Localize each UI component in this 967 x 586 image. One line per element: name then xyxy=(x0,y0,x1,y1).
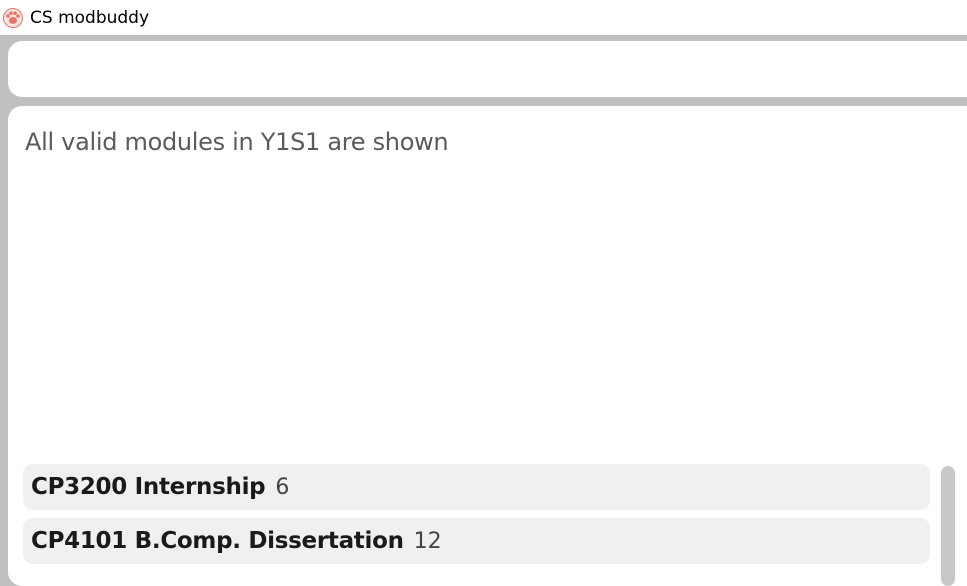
module-code-title: CP4101 B.Comp. Dissertation xyxy=(31,528,404,554)
command-input[interactable] xyxy=(8,41,967,97)
module-credits: 6 xyxy=(275,474,290,500)
scrollbar-thumb[interactable] xyxy=(941,466,955,586)
title-bar: CS modbuddy xyxy=(0,0,967,35)
list-item[interactable]: CP3200 Internship 6 xyxy=(23,464,930,510)
paw-icon xyxy=(3,7,23,28)
module-list[interactable]: CP3200 Internship 6 CP4101 B.Comp. Disse… xyxy=(23,464,930,572)
list-item[interactable]: CP4101 B.Comp. Dissertation 12 xyxy=(23,518,930,564)
module-list-scrollbar[interactable] xyxy=(938,464,958,586)
result-panel: All valid modules in Y1S1 are shown CP32… xyxy=(8,106,967,586)
result-message: All valid modules in Y1S1 are shown xyxy=(25,128,449,156)
window-title: CS modbuddy xyxy=(30,7,150,28)
module-code-title: CP3200 Internship xyxy=(31,474,266,500)
module-credits: 12 xyxy=(413,528,442,554)
